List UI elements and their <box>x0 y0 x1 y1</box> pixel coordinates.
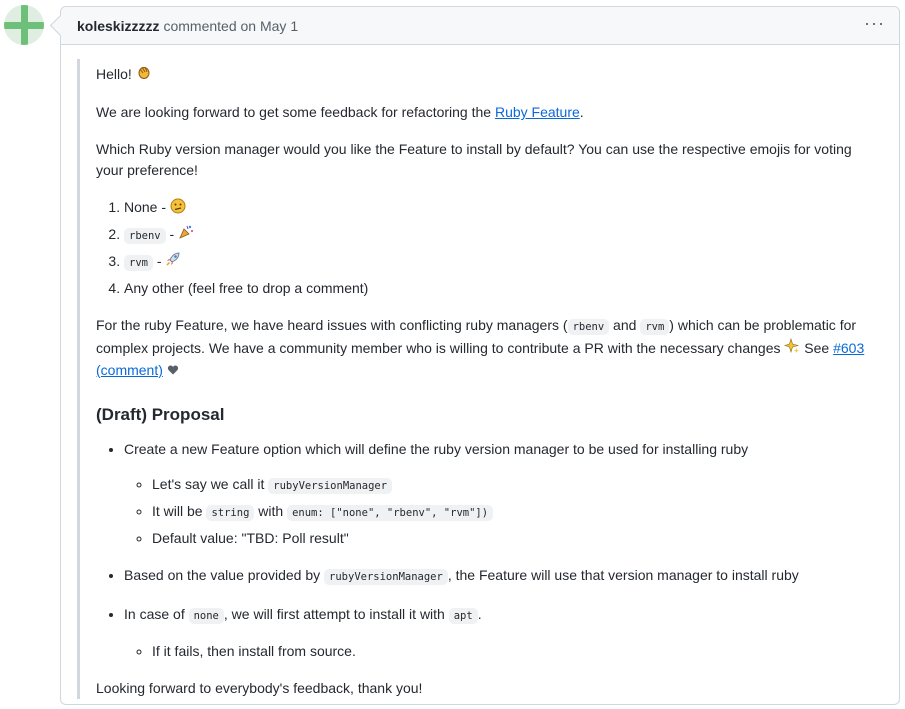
bullet-text: with <box>254 502 288 519</box>
sparkles-icon <box>784 337 800 360</box>
avatar[interactable] <box>4 5 44 45</box>
author-link[interactable]: koleskizzzzz <box>77 18 159 34</box>
ruby-feature-link[interactable]: Ruby Feature <box>495 104 580 120</box>
comment-meta[interactable]: commented on May 1 <box>163 18 298 34</box>
bullet-text: In case of <box>124 605 189 622</box>
code-none: none <box>188 607 224 624</box>
proposal-list: Create a new Feature option which will d… <box>96 439 866 662</box>
sub-list: If it fails, then install from source. <box>124 641 866 662</box>
option-sep: - <box>152 252 166 269</box>
greeting-text: Hello! <box>96 66 132 82</box>
option-sep: - <box>165 225 179 242</box>
list-item: Let's say we call it rubyVersionManager <box>152 474 866 497</box>
waving-hand-icon <box>136 64 152 86</box>
code-rvm: rvm <box>640 318 670 335</box>
code-string: string <box>206 504 255 521</box>
intro-text: We are looking forward to get some feedb… <box>96 104 495 121</box>
comment-link[interactable]: (comment) <box>96 362 163 378</box>
list-item: Any other (feel free to drop a comment) <box>124 278 866 299</box>
list-item: In case of none, we will first attempt t… <box>124 604 866 662</box>
kebab-menu-icon[interactable]: ··· <box>864 13 885 34</box>
conflict-text: For the ruby Feature, we have heard issu… <box>96 316 568 333</box>
bullet-text: Default value: "TBD: Poll result" <box>152 529 349 546</box>
list-item: It will be string with enum: ["none", "r… <box>152 501 866 524</box>
bullet-text: Let's say we call it <box>152 475 269 492</box>
issue-link[interactable]: #603 <box>833 340 864 356</box>
heart-icon <box>167 361 179 382</box>
code-enum: enum: ["none", "rbenv", "rvm"]) <box>287 504 494 521</box>
rocket-icon <box>165 251 181 273</box>
code-rubyversionmanager: rubyVersionManager <box>268 477 393 494</box>
question-paragraph: Which Ruby version manager would you lik… <box>96 141 852 179</box>
list-item: Based on the value provided by rubyVersi… <box>124 565 866 588</box>
list-item: None - <box>124 197 866 219</box>
bullet-text: It will be <box>152 502 207 519</box>
code-rubyversionmanager: rubyVersionManager <box>324 568 448 585</box>
bullet-text: If it fails, then install from source. <box>152 642 356 659</box>
option-code: rvm <box>124 254 153 271</box>
option-code: rbenv <box>124 227 166 244</box>
conflict-paragraph: For the ruby Feature, we have heard issu… <box>96 315 866 382</box>
list-item: If it fails, then install from source. <box>152 641 866 662</box>
greeting-paragraph: Hello! <box>96 59 866 86</box>
bullet-text: Create a new Feature option which will d… <box>124 440 749 457</box>
list-item: rvm - <box>124 251 866 274</box>
sub-list: Let's say we call it rubyVersionManager … <box>124 474 866 549</box>
list-item: Default value: "TBD: Poll result" <box>152 528 866 549</box>
comment-header: koleskizzzzz commented on May 1 ··· <box>61 7 899 45</box>
option-label: Any other (feel free to drop a comment) <box>124 279 369 296</box>
conflict-and: and <box>609 316 641 333</box>
bullet-text: Based on the value provided by <box>124 566 325 583</box>
party-popper-icon <box>178 224 194 246</box>
code-rbenv: rbenv <box>567 318 610 335</box>
code-apt: apt <box>448 607 478 624</box>
intro-paragraph: We are looking forward to get some feedb… <box>96 102 866 123</box>
list-item: rbenv - <box>124 224 866 247</box>
options-list: None - rbenv - rvm - Any other (feel fre… <box>96 197 866 298</box>
proposal-heading: (Draft) Proposal <box>96 404 225 424</box>
closing-paragraph: Looking forward to everybody's feedback,… <box>96 679 423 696</box>
option-label: None <box>124 199 158 216</box>
bullet-text: , we will first attempt to install it wi… <box>223 605 449 622</box>
comment-box: koleskizzzzz commented on May 1 ··· Hell… <box>49 6 900 705</box>
bullet-text: . <box>477 605 482 622</box>
list-item: Create a new Feature option which will d… <box>124 439 866 549</box>
comment-body: Hello! We are looking forward to get som… <box>77 59 866 699</box>
intro-period: . <box>579 104 584 121</box>
bullet-text: , the Feature will use that version mana… <box>447 566 799 583</box>
option-sep: - <box>157 199 170 216</box>
see-text: See <box>800 339 834 356</box>
confused-face-icon <box>170 198 186 220</box>
